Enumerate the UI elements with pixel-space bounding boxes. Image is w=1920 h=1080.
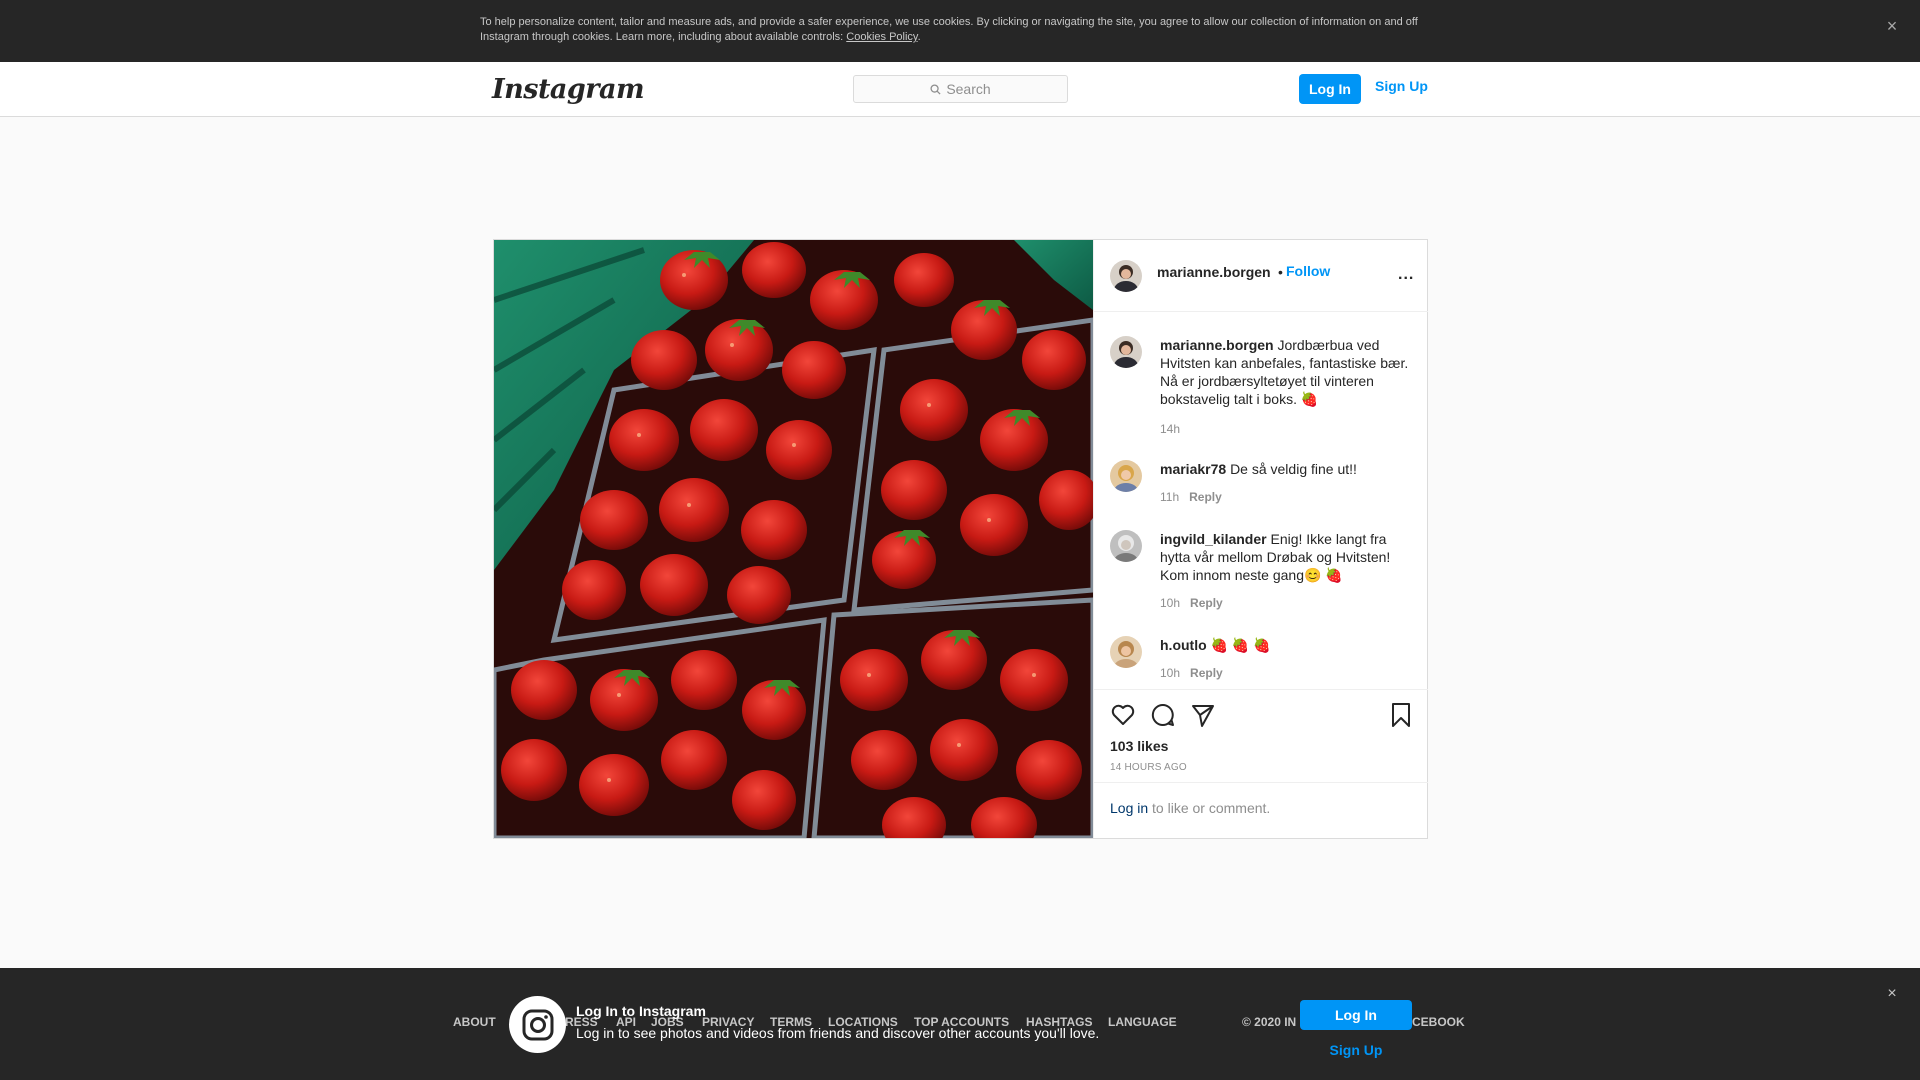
cookie-message: To help personalize content, tailor and … (480, 16, 1418, 43)
avatar[interactable] (1110, 336, 1142, 368)
avatar[interactable] (1110, 260, 1142, 292)
comment-user[interactable]: h.outlo (1160, 637, 1207, 653)
login-rest: to like or comment. (1148, 800, 1271, 816)
comment-time[interactable]: 14h (1160, 422, 1180, 436)
footer-copyright-end: CEBOOK (1412, 1015, 1465, 1029)
comment-user[interactable]: mariakr78 (1160, 461, 1226, 477)
login-banner: ABOUT RESS API JOBS PRIVACY TERMS LOCATI… (0, 968, 1920, 1080)
avatar[interactable] (1110, 460, 1142, 492)
login-prompt-text: Log in to like or comment. (1110, 800, 1270, 816)
reply-button[interactable]: Reply (1190, 666, 1223, 680)
strawberries-image (494, 240, 1093, 838)
heart-icon[interactable] (1110, 702, 1136, 728)
separator-dot: • (1278, 264, 1283, 280)
post-header: marianne.borgen • Follow ... (1094, 240, 1428, 312)
search-icon (930, 83, 941, 95)
comment-body: De så veldig fine ut!! (1230, 461, 1357, 477)
comment-meta: 11h Reply (1160, 490, 1222, 504)
search-input[interactable]: Search (853, 75, 1068, 103)
comment-user[interactable]: marianne.borgen (1160, 337, 1274, 353)
post-author[interactable]: marianne.borgen (1157, 264, 1271, 280)
top-nav: Instagram Search Log In Sign Up (0, 62, 1920, 117)
login-button[interactable]: Log In (1299, 74, 1361, 104)
banner-signup-link[interactable]: Sign Up (1300, 1042, 1412, 1058)
follow-button[interactable]: Follow (1286, 263, 1330, 279)
close-icon[interactable]: × (1882, 984, 1902, 1004)
share-icon[interactable] (1190, 702, 1216, 728)
comment-text: h.outlo 🍓 🍓 🍓 (1160, 636, 1416, 654)
banner-title: Log In to Instagram (576, 1003, 706, 1019)
comment-body: 🍓 🍓 🍓 (1210, 637, 1271, 653)
cookies-policy-link[interactable]: Cookies Policy (846, 31, 917, 43)
cookie-banner: To help personalize content, tailor and … (0, 0, 1920, 62)
comment-text: mariakr78 De så veldig fine ut!! (1160, 460, 1416, 478)
banner-login-button[interactable]: Log In (1300, 1000, 1412, 1030)
search-placeholder: Search (946, 81, 991, 97)
login-link[interactable]: Log in (1110, 800, 1148, 816)
comment-time[interactable]: 10h (1160, 666, 1180, 680)
banner-subtitle: Log in to see photos and videos from fri… (576, 1025, 1100, 1041)
comment-meta: 10h Reply (1160, 596, 1223, 610)
footer-link-language[interactable]: LANGUAGE (1108, 1015, 1177, 1029)
comment-time[interactable]: 11h (1160, 490, 1179, 504)
cookie-end: . (917, 31, 921, 43)
comment-text: marianne.borgen Jordbærbua ved Hvitsten … (1160, 336, 1416, 408)
close-icon[interactable]: × (1882, 16, 1902, 36)
post-sidebar: marianne.borgen • Follow ... marianne.bo… (1093, 240, 1428, 838)
likes-count[interactable]: 103 likes (1110, 738, 1168, 754)
reply-button[interactable]: Reply (1190, 596, 1223, 610)
avatar[interactable] (1110, 636, 1142, 668)
avatar[interactable] (1110, 530, 1142, 562)
login-prompt: Log in to like or comment. (1094, 782, 1428, 839)
footer-link-about[interactable]: ABOUT (453, 1015, 496, 1029)
instagram-logo[interactable]: Instagram (492, 74, 645, 105)
comment-meta: 14h (1160, 422, 1180, 436)
comment-text: ingvild_kilander Enig! Ikke langt fra hy… (1160, 530, 1416, 584)
post-timestamp[interactable]: 14 HOURS AGO (1110, 762, 1187, 773)
cookie-text: To help personalize content, tailor and … (480, 15, 1420, 45)
reply-button[interactable]: Reply (1189, 490, 1222, 504)
bookmark-icon[interactable] (1388, 702, 1414, 728)
more-options-icon[interactable]: ... (1398, 266, 1414, 284)
post-card: marianne.borgen • Follow ... marianne.bo… (493, 239, 1428, 839)
comment-meta: 10h Reply (1160, 666, 1223, 680)
comment-user[interactable]: ingvild_kilander (1160, 531, 1267, 547)
instagram-glyph-icon (509, 996, 566, 1053)
post-photo[interactable] (494, 240, 1093, 838)
signup-link[interactable]: Sign Up (1375, 78, 1428, 94)
footer-copyright-start: © 2020 IN (1242, 1015, 1297, 1029)
comment-icon[interactable] (1150, 702, 1176, 728)
comment-time[interactable]: 10h (1160, 596, 1180, 610)
post-actions: 103 likes 14 HOURS AGO Log in to like or… (1094, 689, 1428, 838)
